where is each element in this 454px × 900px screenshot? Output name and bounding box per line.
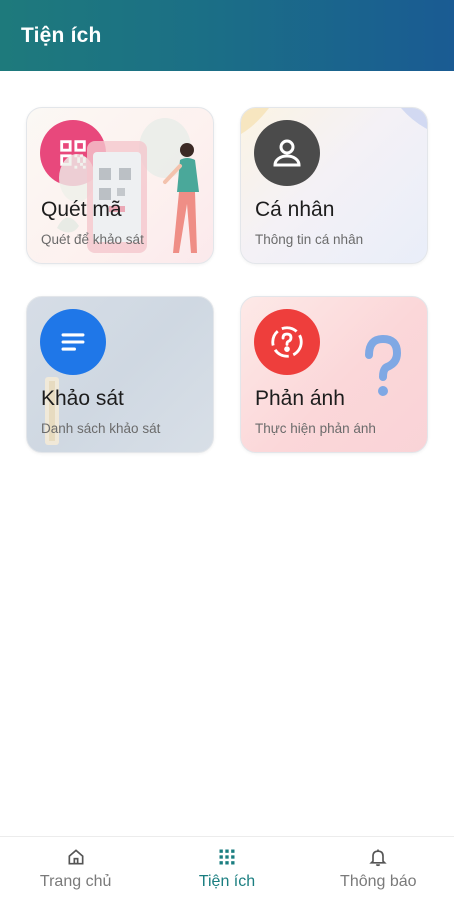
card-title: Cá nhân (255, 198, 335, 221)
card-personal[interactable]: Cá nhân Thông tin cá nhân (240, 107, 428, 264)
nav-label-notifications: Thông báo (340, 872, 417, 890)
app-header: Tiện ích (0, 0, 454, 71)
question-icon (254, 309, 320, 375)
card-title: Khảo sát (41, 387, 124, 410)
nav-item-home[interactable]: Trang chủ (1, 837, 151, 900)
nav-item-notifications[interactable]: Thông báo (303, 837, 453, 900)
grid-icon (219, 849, 235, 864)
card-feedback[interactable]: Phản ánh Thực hiện phản ánh (240, 296, 428, 453)
card-title: Quét mã (41, 198, 122, 221)
card-survey[interactable]: Khảo sát Danh sách khảo sát (26, 296, 214, 453)
nav-label-utilities: Tiện ích (198, 872, 256, 890)
bottom-navigation: Trang chủ Tiện ích Thông báo (0, 836, 454, 900)
nav-item-utilities[interactable]: Tiện ích (152, 837, 302, 900)
card-subtitle: Quét để khảo sát (41, 232, 144, 247)
card-subtitle: Thực hiện phản ánh (255, 421, 376, 436)
card-scan-qr[interactable]: Quét mã Quét để khảo sát (26, 107, 214, 264)
bell-icon (369, 849, 387, 866)
question-mark-decoration (365, 334, 402, 396)
card-title: Phản ánh (255, 387, 345, 410)
home-icon (68, 848, 84, 864)
card-subtitle: Danh sách khảo sát (41, 421, 161, 436)
card-subtitle: Thông tin cá nhân (255, 232, 364, 247)
nav-label-home: Trang chủ (39, 872, 112, 890)
app-screen: Tiện ích Quét mã Quét để khảo sát Cá nhâ… (0, 0, 454, 900)
page-title: Tiện ích (21, 23, 102, 47)
